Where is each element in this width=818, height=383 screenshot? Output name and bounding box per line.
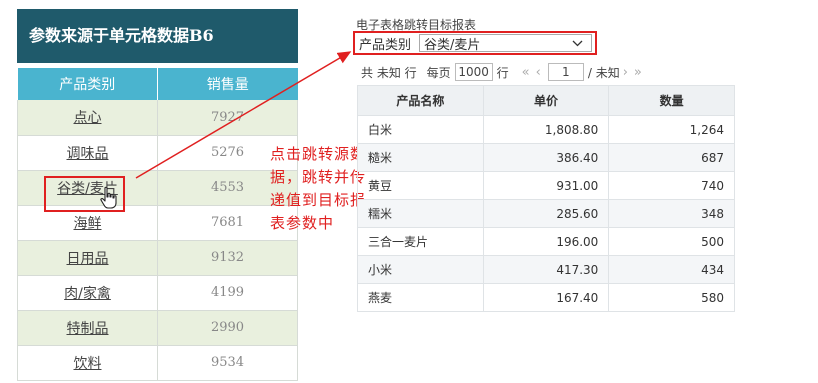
product-name: 三合一麦片 bbox=[357, 227, 484, 256]
category-link-tezhipin[interactable]: 特制品 bbox=[17, 310, 158, 346]
category-link-yinliao[interactable]: 饮料 bbox=[17, 345, 158, 381]
table-row: 点心 7927 bbox=[17, 100, 298, 136]
sales-value: 4199 bbox=[157, 275, 298, 311]
table-row: 黄豆 931.00 740 bbox=[357, 171, 735, 200]
total-rows-text: 共 未知 行 bbox=[361, 65, 417, 80]
page-number-input[interactable]: 1 bbox=[547, 63, 584, 81]
table-row: 日用品 9132 bbox=[17, 240, 298, 276]
table-row: 饮料 9534 bbox=[17, 345, 298, 381]
product-name: 糯米 bbox=[357, 199, 484, 228]
source-header-row: 产品类别 销售量 bbox=[17, 68, 298, 100]
quantity: 687 bbox=[608, 143, 735, 172]
quantity: 434 bbox=[608, 255, 735, 284]
row-unit-label: 行 bbox=[496, 65, 509, 80]
chevron-down-icon bbox=[572, 40, 583, 46]
last-page-icon[interactable]: » bbox=[634, 65, 642, 80]
unit-price: 417.30 bbox=[482, 255, 610, 284]
table-row: 燕麦 167.40 580 bbox=[357, 283, 735, 312]
sales-value: 9132 bbox=[157, 240, 298, 276]
unit-price: 196.00 bbox=[482, 227, 610, 256]
source-header-category: 产品类别 bbox=[17, 68, 158, 100]
table-row: 糯米 285.60 348 bbox=[357, 199, 735, 228]
hand-cursor-icon bbox=[100, 186, 117, 209]
category-select[interactable]: 谷类/麦片 bbox=[419, 34, 592, 53]
quantity: 348 bbox=[608, 199, 735, 228]
source-report-title: 参数来源于单元格数据B6 bbox=[17, 9, 298, 63]
quantity: 580 bbox=[608, 283, 735, 312]
unit-price: 931.00 bbox=[482, 171, 610, 200]
sales-value: 7927 bbox=[157, 100, 298, 136]
unit-price: 1,808.80 bbox=[482, 115, 610, 144]
product-name: 黄豆 bbox=[357, 171, 484, 200]
sales-value: 2990 bbox=[157, 310, 298, 346]
unit-price: 285.60 bbox=[482, 199, 610, 228]
table-row: 肉/家禽 4199 bbox=[17, 275, 298, 311]
category-link-roujiaqin[interactable]: 肉/家禽 bbox=[17, 275, 158, 311]
prev-page-icon[interactable]: ‹ bbox=[536, 65, 541, 80]
category-select-value: 谷类/麦片 bbox=[424, 37, 481, 53]
table-row: 白米 1,808.80 1,264 bbox=[357, 115, 735, 144]
target-table: 产品名称 单价 数量 白米 1,808.80 1,264 糙米 386.40 6… bbox=[357, 85, 735, 312]
category-link-riyongpin[interactable]: 日用品 bbox=[17, 240, 158, 276]
table-row: 特制品 2990 bbox=[17, 310, 298, 346]
table-row: 三合一麦片 196.00 500 bbox=[357, 227, 735, 256]
quantity: 500 bbox=[608, 227, 735, 256]
source-table: 产品类别 销售量 点心 7927 调味品 5276 谷类/麦片 4553 海鲜 … bbox=[17, 68, 298, 381]
product-name: 白米 bbox=[357, 115, 484, 144]
category-link-dianxin[interactable]: 点心 bbox=[17, 100, 158, 136]
unit-price: 386.40 bbox=[482, 143, 610, 172]
source-header-sales: 销售量 bbox=[157, 68, 298, 100]
header-quantity: 数量 bbox=[608, 85, 735, 116]
first-page-icon[interactable]: « bbox=[522, 65, 530, 80]
header-unit-price: 单价 bbox=[482, 85, 610, 116]
per-page-input[interactable]: 1000 bbox=[454, 63, 493, 81]
page-total-text: / 未知 bbox=[587, 65, 620, 80]
per-page-label: 每页 bbox=[426, 65, 451, 80]
target-header-row: 产品名称 单价 数量 bbox=[357, 85, 735, 116]
parameter-panel: 产品类别 谷类/麦片 bbox=[353, 31, 597, 55]
product-name: 糙米 bbox=[357, 143, 484, 172]
next-page-icon[interactable]: › bbox=[623, 65, 628, 80]
header-product-name: 产品名称 bbox=[357, 85, 484, 116]
unit-price: 167.40 bbox=[482, 283, 610, 312]
quantity: 740 bbox=[608, 171, 735, 200]
sales-value: 9534 bbox=[157, 345, 298, 381]
parameter-label: 产品类别 bbox=[359, 37, 412, 53]
table-row: 糙米 386.40 687 bbox=[357, 143, 735, 172]
quantity: 1,264 bbox=[608, 115, 735, 144]
product-name: 燕麦 bbox=[357, 283, 484, 312]
table-row: 小米 417.30 434 bbox=[357, 255, 735, 284]
product-name: 小米 bbox=[357, 255, 484, 284]
pagination-bar: 共 未知 行 每页 1000 行 « ‹ 1 / 未知 › » bbox=[361, 62, 645, 82]
table-row: 调味品 5276 bbox=[17, 135, 298, 171]
category-link-tiaoweipin[interactable]: 调味品 bbox=[17, 135, 158, 171]
